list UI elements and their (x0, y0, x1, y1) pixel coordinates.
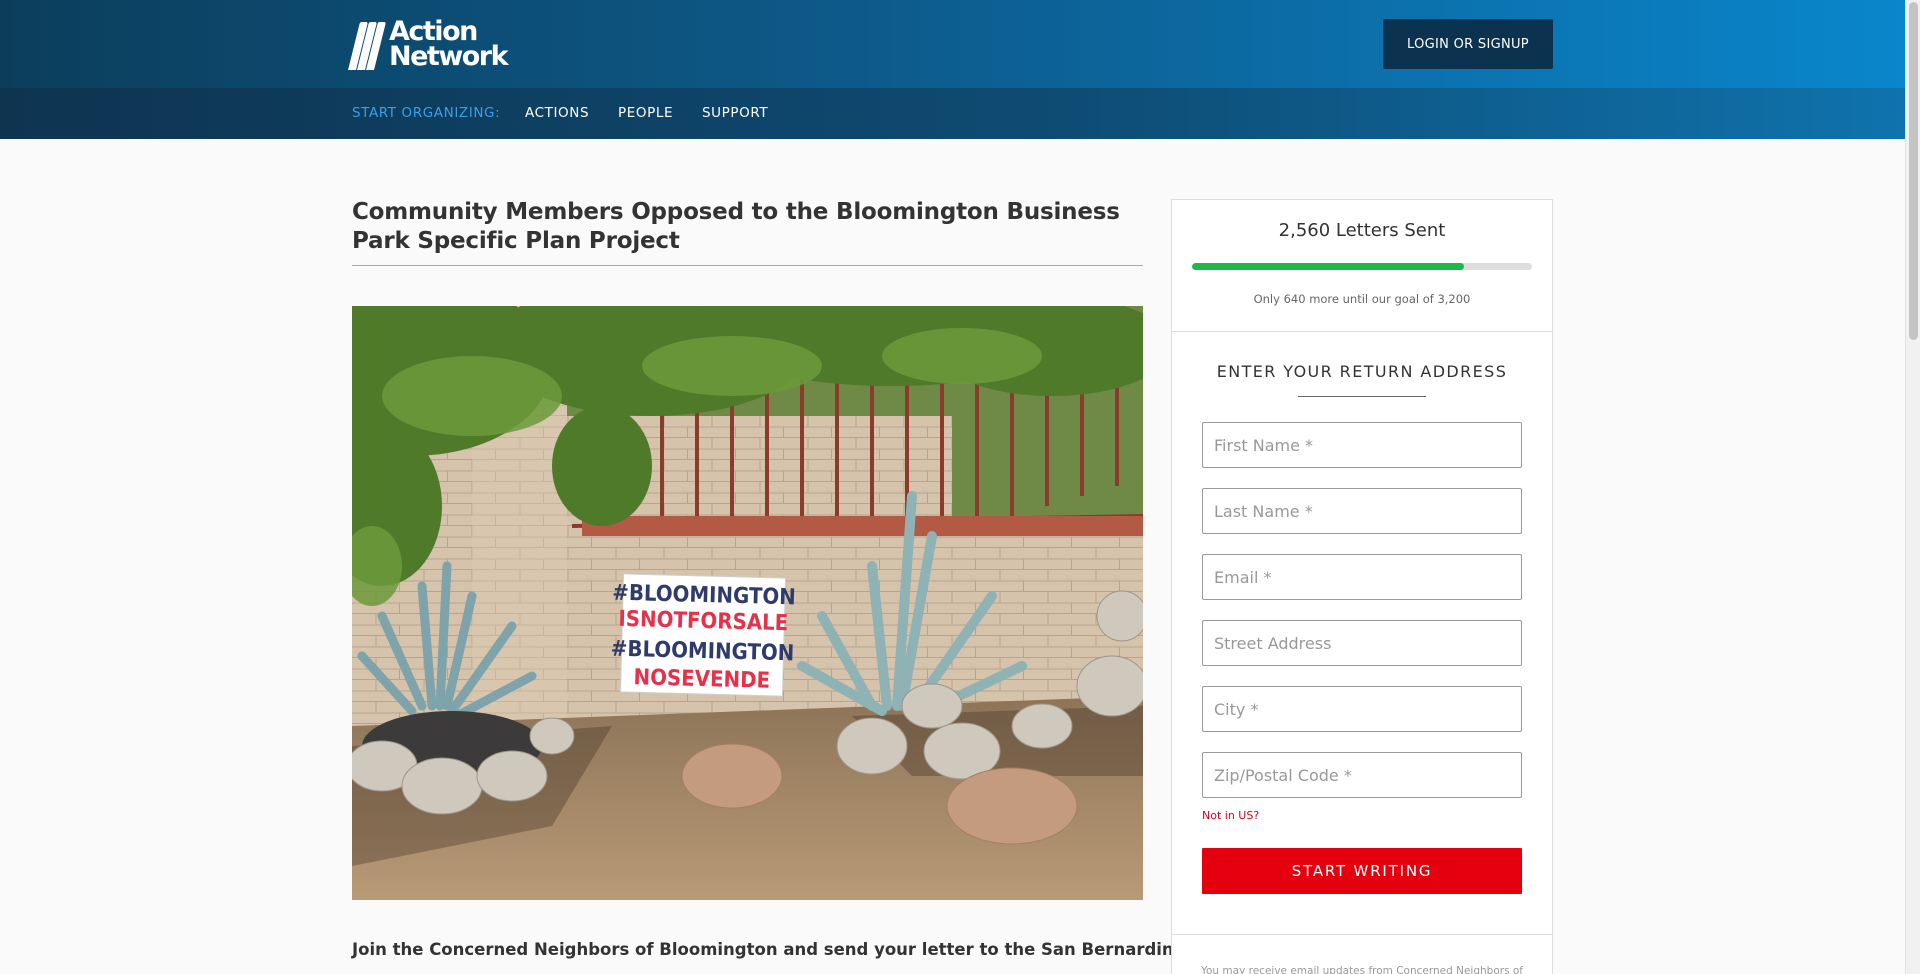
nav-item-actions[interactable]: ACTIONS (525, 88, 589, 139)
street-address-field[interactable] (1202, 620, 1522, 666)
start-writing-button[interactable]: START WRITING (1202, 848, 1522, 894)
top-header: Action Network LOGIN OR SIGNUP (0, 0, 1905, 88)
last-name-field[interactable] (1202, 488, 1522, 534)
email-field[interactable] (1202, 554, 1522, 600)
logo-mark-icon (348, 18, 386, 70)
logo-line-2: Network (389, 41, 509, 72)
city-field[interactable] (1202, 686, 1522, 732)
nav-bar: START ORGANIZING: ACTIONS PEOPLE SUPPORT (0, 88, 1905, 139)
campaign-photo: #BLOOMINGTON ISNOTFORSALE #BLOOMINGTON N… (352, 306, 1143, 900)
nav-item-support[interactable]: SUPPORT (702, 88, 768, 139)
not-in-us-link[interactable]: Not in US? (1202, 809, 1259, 822)
goal-progress-fill (1192, 263, 1464, 270)
sign-line-3: #BLOOMINGTON (611, 637, 795, 667)
panel-divider (1172, 331, 1552, 332)
sign-line-4: NOSEVENDE (633, 665, 770, 694)
logo-text: Action Network (389, 18, 509, 72)
letter-signup-panel: 2,560 Letters Sent Only 640 more until o… (1171, 199, 1553, 974)
heading-underline (1298, 396, 1426, 397)
nav-item-people[interactable]: PEOPLE (618, 88, 673, 139)
page-scrollbar[interactable] (1905, 0, 1920, 974)
first-name-field[interactable] (1202, 422, 1522, 468)
scrollbar-thumb[interactable] (1909, 2, 1918, 340)
goal-progress-note: Only 640 more until our goal of 3,200 (1253, 292, 1471, 306)
email-updates-disclaimer: You may receive email updates from Conce… (1200, 965, 1523, 974)
zip-postal-code-field[interactable] (1202, 752, 1522, 798)
page-title: Community Members Opposed to the Bloomin… (352, 199, 1120, 254)
letters-sent-count: 2,560 Letters Sent (1278, 220, 1446, 241)
nav-start-organizing-label: START ORGANIZING: (352, 105, 501, 121)
goal-progress-bar (1192, 263, 1532, 270)
login-or-signup-button[interactable]: LOGIN OR SIGNUP (1383, 19, 1553, 69)
panel-divider-2 (1172, 934, 1552, 935)
sign-line-2: ISNOTFORSALE (618, 607, 788, 636)
title-divider (352, 265, 1143, 266)
sign-line-1: #BLOOMINGTON (612, 581, 796, 611)
intro-paragraph: Join the Concerned Neighbors of Blooming… (352, 940, 1257, 959)
return-address-heading: ENTER YOUR RETURN ADDRESS (1216, 362, 1508, 381)
action-network-logo[interactable]: Action Network (348, 17, 509, 72)
